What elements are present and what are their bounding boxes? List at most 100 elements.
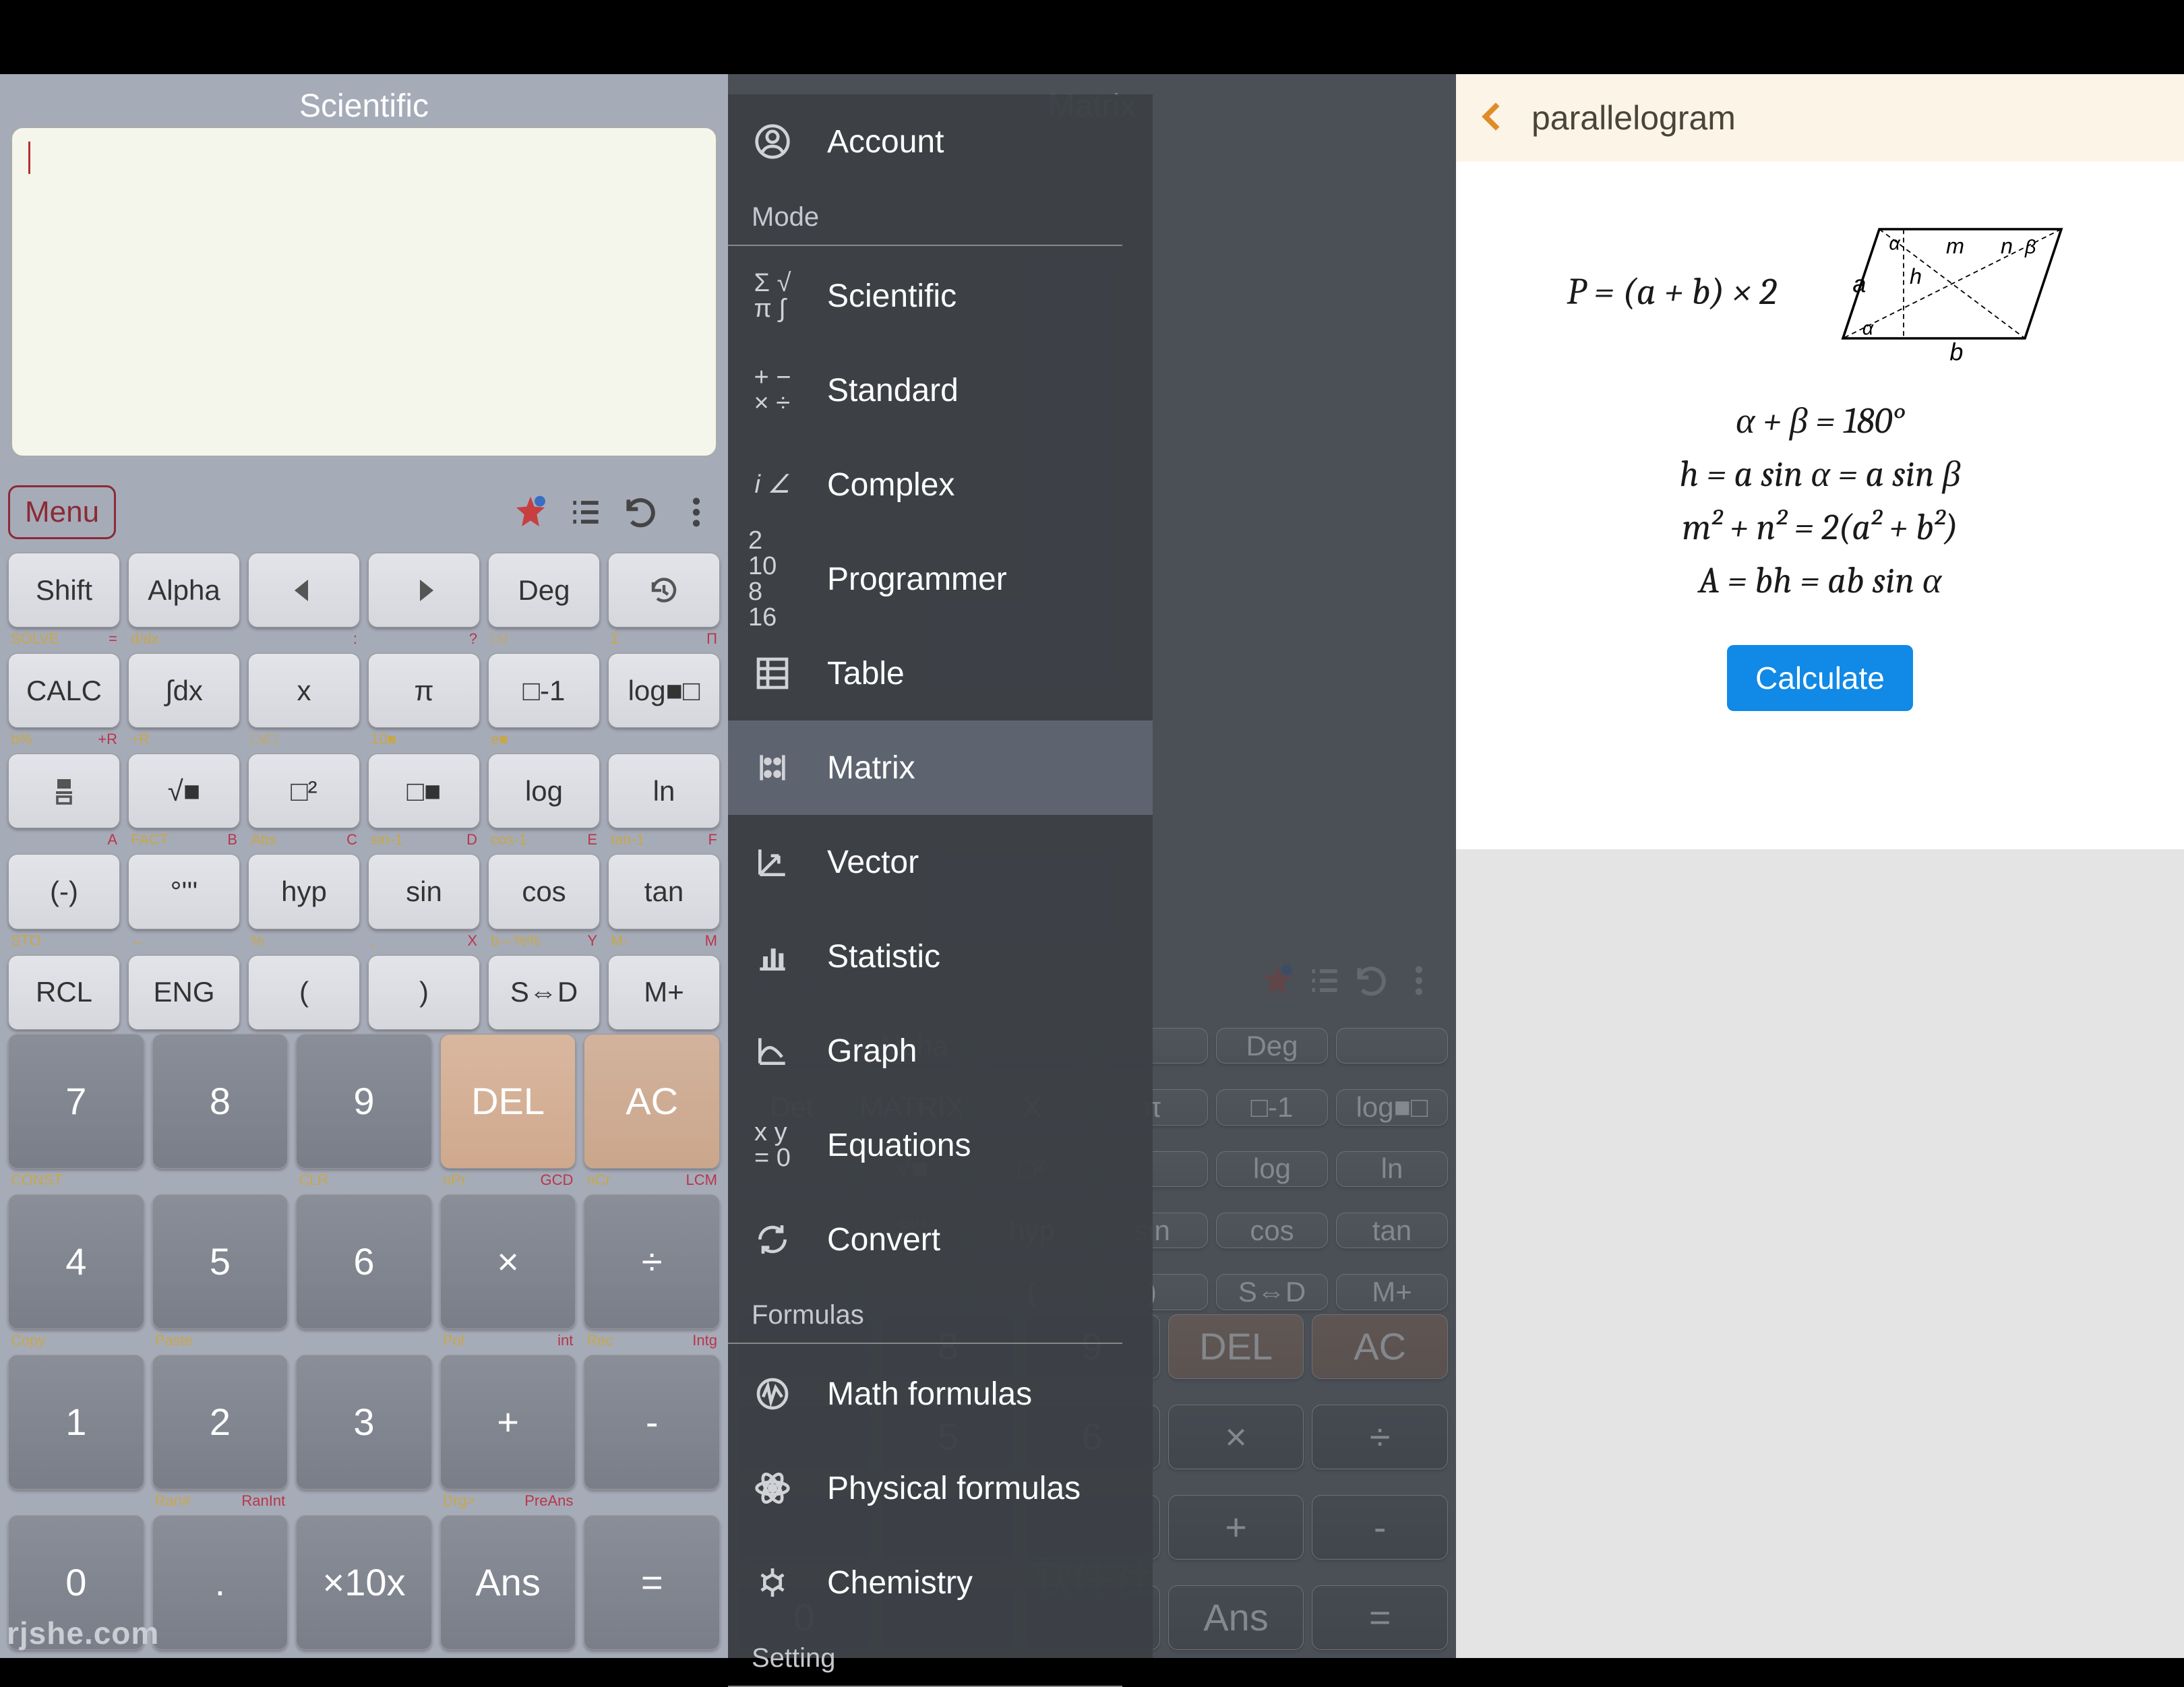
history-key[interactable] — [608, 553, 720, 627]
alpha-key[interactable]: Alpha — [128, 553, 240, 627]
menu-item-scientific[interactable]: Σ √π ∫ Scientific — [728, 249, 1153, 343]
svg-text:m: m — [1946, 234, 1964, 258]
divide-key[interactable]: ÷ — [584, 1194, 720, 1329]
sqrt-key[interactable]: √■ — [128, 754, 240, 828]
ans-key[interactable]: Ans — [440, 1515, 576, 1650]
del-key[interactable]: DEL — [440, 1034, 576, 1169]
faded-mul-key: × — [1168, 1405, 1304, 1469]
navigation-drawer: Account Mode Σ √π ∫ Scientific + −× ÷ St… — [728, 94, 1153, 1658]
faded-eq-key: = — [1312, 1585, 1448, 1650]
exp10-key[interactable]: ×10x — [296, 1515, 432, 1650]
power-key[interactable]: □■ — [368, 754, 480, 828]
rparen-key[interactable]: ) — [368, 955, 480, 1030]
menu-item-table[interactable]: Table — [728, 626, 1153, 720]
faded-key — [1336, 1028, 1448, 1064]
section-header-formulas: Formulas — [728, 1287, 1122, 1344]
menu-item-matrix[interactable]: Matrix — [728, 720, 1153, 815]
cos-key[interactable]: cos — [488, 854, 600, 929]
tan-key[interactable]: tan — [608, 854, 720, 929]
menu-item-account[interactable]: Account — [728, 94, 1153, 189]
menu-button[interactable]: Menu — [8, 485, 116, 539]
left-key[interactable] — [248, 553, 360, 627]
faded-ln-key: ln — [1336, 1151, 1448, 1187]
digit-4-key[interactable]: 4 — [8, 1194, 144, 1329]
menu-item-vector[interactable]: Vector — [728, 815, 1153, 909]
menu-label: Convert — [827, 1221, 940, 1258]
subtract-key[interactable]: - — [584, 1355, 720, 1490]
logab-key[interactable]: log■□ — [608, 653, 720, 728]
input-cursor — [28, 142, 30, 174]
svg-text:a: a — [1852, 270, 1866, 298]
x-key[interactable]: x — [248, 653, 360, 728]
matrix-icon — [748, 743, 797, 792]
faded-neg1-key: □-1 — [1216, 1089, 1328, 1125]
add-key[interactable]: + — [440, 1355, 576, 1490]
star-icon — [1254, 957, 1301, 1004]
digit-6-key[interactable]: 6 — [296, 1194, 432, 1329]
menu-item-equations[interactable]: x y= 0 Equations — [728, 1098, 1153, 1192]
deg-key[interactable]: Deg — [488, 553, 600, 627]
menu-label: Graph — [827, 1033, 917, 1070]
faded-del-key: DEL — [1168, 1314, 1304, 1379]
digit-9-key[interactable]: 9 — [296, 1034, 432, 1169]
square-key[interactable]: □² — [248, 754, 360, 828]
calculate-button[interactable]: Calculate — [1727, 645, 1913, 711]
menu-item-standard[interactable]: + −× ÷ Standard — [728, 343, 1153, 437]
star-icon[interactable] — [507, 489, 554, 536]
ac-key[interactable]: AC — [584, 1034, 720, 1169]
menu-item-chemistry[interactable]: Chemistry — [728, 1535, 1153, 1630]
sin-key[interactable]: sin — [368, 854, 480, 929]
menu-item-statistic[interactable]: Statistic — [728, 909, 1153, 1004]
hyp-key[interactable]: hyp — [248, 854, 360, 929]
menu-item-convert[interactable]: Convert — [728, 1192, 1153, 1287]
digit-5-key[interactable]: 5 — [152, 1194, 289, 1329]
height-formula: h = a sin α = a sin β — [1483, 453, 2157, 495]
formula-card: P = (a + b) × 2 a b h m n α α β — [1456, 162, 2184, 849]
shift-labels-row4: A FACTB AbsC sin-1D cos-1E tan-1F — [8, 832, 720, 850]
faded-ac-key: AC — [1312, 1314, 1448, 1379]
digit-8-key[interactable]: 8 — [152, 1034, 289, 1169]
decimal-key[interactable]: . — [152, 1515, 289, 1650]
lparen-key[interactable]: ( — [248, 955, 360, 1030]
digit-3-key[interactable]: 3 — [296, 1355, 432, 1490]
sigma-icon: Σ √π ∫ — [748, 272, 797, 320]
equals-key[interactable]: = — [584, 1515, 720, 1650]
pi-key[interactable]: π — [368, 653, 480, 728]
digit-1-key[interactable]: 1 — [8, 1355, 144, 1490]
fraction-key[interactable] — [8, 754, 120, 828]
calculator-display[interactable] — [11, 127, 717, 457]
faded-mplus-key: M+ — [1336, 1274, 1448, 1310]
dms-key[interactable]: °ʹʹʹ — [128, 854, 240, 929]
menu-item-graph[interactable]: Graph — [728, 1004, 1153, 1098]
menu-item-complex[interactable]: i ∠ Complex — [728, 437, 1153, 532]
mplus-key[interactable]: M+ — [608, 955, 720, 1030]
ln-key[interactable]: ln — [608, 754, 720, 828]
operators-icon: + −× ÷ — [748, 366, 797, 415]
log-key[interactable]: log — [488, 754, 600, 828]
sd-key[interactable]: S⇔D — [488, 955, 600, 1030]
more-vert-icon[interactable] — [673, 489, 720, 536]
shift-key[interactable]: Shift — [8, 553, 120, 627]
svg-text:h: h — [1910, 264, 1922, 288]
menu-item-programmer[interactable]: 2 108 16 Programmer — [728, 532, 1153, 626]
rcl-key[interactable]: RCL — [8, 955, 120, 1030]
power-neg1-key[interactable]: □-1 — [488, 653, 600, 728]
multiply-key[interactable]: × — [440, 1194, 576, 1329]
negate-key[interactable]: (-) — [8, 854, 120, 929]
digit-2-key[interactable]: 2 — [152, 1355, 289, 1490]
undo-icon[interactable] — [617, 489, 665, 536]
menu-item-physical-formulas[interactable]: Physical formulas — [728, 1441, 1153, 1535]
digit-7-key[interactable]: 7 — [8, 1034, 144, 1169]
faded-add-key: + — [1168, 1495, 1304, 1560]
back-button[interactable] — [1475, 98, 1511, 138]
equations-icon: x y= 0 — [748, 1121, 797, 1169]
calc-key[interactable]: CALC — [8, 653, 120, 728]
menu-label: Complex — [827, 466, 954, 503]
menu-item-math-formulas[interactable]: Math formulas — [728, 1347, 1153, 1441]
list-icon[interactable] — [562, 489, 609, 536]
faded-ans-key: Ans — [1168, 1585, 1304, 1650]
eng-key[interactable]: ENG — [128, 955, 240, 1030]
faded-logab-key: log■□ — [1336, 1089, 1448, 1125]
integral-key[interactable]: ∫dx — [128, 653, 240, 728]
right-key[interactable] — [368, 553, 480, 627]
